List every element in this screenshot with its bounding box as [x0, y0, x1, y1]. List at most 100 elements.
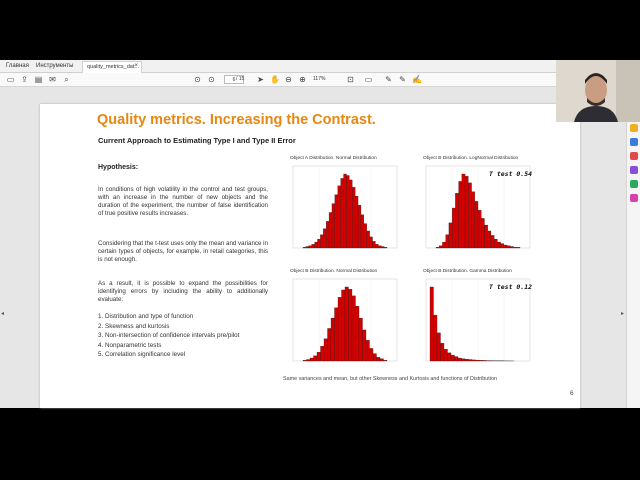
histogram-bar [513, 247, 517, 249]
histogram-bar [309, 357, 314, 362]
histogram-bar [323, 228, 327, 249]
histogram-bar [326, 221, 330, 249]
print-icon[interactable]: ▤ [34, 75, 43, 84]
chart-a-histogram [292, 165, 398, 249]
list-item: 3. Non-intersection of confidence interv… [98, 332, 240, 339]
histogram-bar [484, 224, 488, 249]
histogram-bar [337, 297, 342, 362]
right-tools-sidebar [626, 88, 640, 408]
histogram-bar [454, 356, 459, 362]
list-item: 5. Correlation significance level [98, 351, 186, 358]
histogram-bar [369, 348, 374, 362]
slide-subtitle: Current Approach to Estimating Type I an… [98, 136, 296, 145]
cursor-icon[interactable]: ➤ [256, 75, 265, 84]
histogram-bar [433, 314, 438, 362]
menu-tools[interactable]: Инструменты [36, 63, 73, 69]
histogram-bar [330, 317, 335, 362]
histogram-bar [327, 328, 332, 362]
histogram-bar [452, 207, 456, 249]
zoom-in-icon[interactable]: ⊕ [298, 75, 307, 84]
histogram-bar [351, 295, 356, 362]
histogram-bar [450, 354, 455, 362]
histogram-bar [461, 358, 466, 362]
histogram-bar [362, 329, 367, 362]
histogram-bar [458, 181, 462, 249]
pdf-page: Quality metrics. Increasing the Contrast… [40, 104, 580, 408]
histogram-bar [302, 247, 307, 249]
histogram-bar [464, 176, 469, 249]
fit-page-icon[interactable]: ⊡ [346, 75, 355, 84]
prev-page-icon[interactable]: ⊙ [193, 75, 202, 84]
mail-icon[interactable]: ✉ [48, 75, 57, 84]
histogram-bar [490, 235, 495, 249]
criteria-list: 1. Distribution and type of function 2. … [98, 312, 278, 360]
histogram-bar [482, 360, 487, 362]
menu-home[interactable]: Главная [6, 63, 29, 69]
histogram-bar [487, 230, 492, 249]
histogram-bar [306, 359, 311, 362]
histogram-bar [314, 241, 318, 249]
histogram-bar [471, 191, 475, 249]
histogram-bar [369, 236, 373, 249]
upload-icon[interactable]: ⇪ [20, 75, 29, 84]
histogram-bar [308, 245, 312, 249]
protect-icon[interactable] [630, 166, 638, 174]
histogram-bar [435, 247, 440, 249]
send-icon[interactable] [630, 194, 638, 202]
combine-icon[interactable] [630, 138, 638, 146]
histogram-bar [448, 222, 453, 249]
tab-document[interactable]: quality_metrics_dat... × [82, 61, 142, 73]
histogram-bar [447, 352, 452, 362]
hand-icon[interactable]: ✋ [270, 75, 280, 84]
histogram-bar [383, 360, 388, 362]
search-icon[interactable]: ⌕ [62, 75, 71, 84]
zoom-level[interactable]: 117% [313, 75, 335, 84]
histogram-bar [320, 234, 324, 249]
histogram-bar [500, 243, 504, 249]
histogram-bar [357, 204, 362, 249]
ttest-bottom-label: T test 0.12 [489, 283, 533, 291]
histogram-bar [341, 289, 346, 362]
highlight-icon[interactable]: ✎ [398, 75, 407, 84]
pen-icon[interactable]: ✎ [384, 75, 393, 84]
histogram-bar [348, 289, 353, 362]
tab-close-icon[interactable]: × [134, 63, 138, 69]
scroll-left-icon[interactable]: ◂ [1, 310, 4, 317]
histogram-bar [372, 241, 376, 249]
paragraph-1: In conditions of high volatility in the … [98, 186, 268, 217]
histogram-bar [383, 247, 388, 249]
histogram-bar [320, 346, 325, 362]
histogram-bar [378, 245, 382, 249]
histogram-bar [344, 286, 349, 362]
fill-sign-icon[interactable] [630, 180, 638, 188]
histogram-bar [317, 238, 321, 249]
histogram-bar [474, 201, 479, 249]
tab-title: quality_metrics_dat... [87, 64, 139, 70]
histogram-bar [334, 194, 338, 249]
zoom-out-icon[interactable]: ⊖ [284, 75, 293, 84]
histogram-bar [354, 196, 359, 249]
scroll-right-icon[interactable]: ▸ [621, 310, 624, 317]
paragraph-2: Considering that the t-test uses only th… [98, 240, 268, 263]
hypothesis-label: Hypothesis: [98, 164, 139, 171]
toolbar: ▭ ⇪ ▤ ✉ ⌕ ⊙ ⊙ 6 / 15 ➤ ✋ ⊖ ⊕ 117% ⊡ ▭ ✎ … [0, 73, 640, 87]
sign-icon[interactable]: ✍ [412, 75, 422, 84]
list-item: 1. Distribution and type of function [98, 313, 194, 320]
comment-tool-icon[interactable] [630, 124, 638, 132]
histogram-bar [464, 359, 469, 362]
list-item: 2. Skewness and kurtosis [98, 322, 170, 330]
save-icon[interactable]: ▭ [6, 75, 15, 84]
histogram-bar [468, 182, 472, 249]
histogram-bar [379, 358, 384, 362]
presenter-avatar [556, 60, 640, 122]
histogram-bar [365, 340, 370, 362]
next-page-icon[interactable]: ⊙ [207, 75, 216, 84]
histogram-bar [334, 307, 339, 362]
histogram-bar [340, 178, 344, 249]
histogram-bar [302, 360, 307, 362]
histogram-bar [510, 246, 514, 249]
chart-a-title: Object A Distribution. Normal Distributi… [290, 156, 377, 161]
comment-icon[interactable]: ▭ [364, 75, 373, 84]
chart-c-title: Object B Distribution. Normal Distributi… [290, 269, 378, 274]
organize-icon[interactable] [630, 152, 638, 160]
